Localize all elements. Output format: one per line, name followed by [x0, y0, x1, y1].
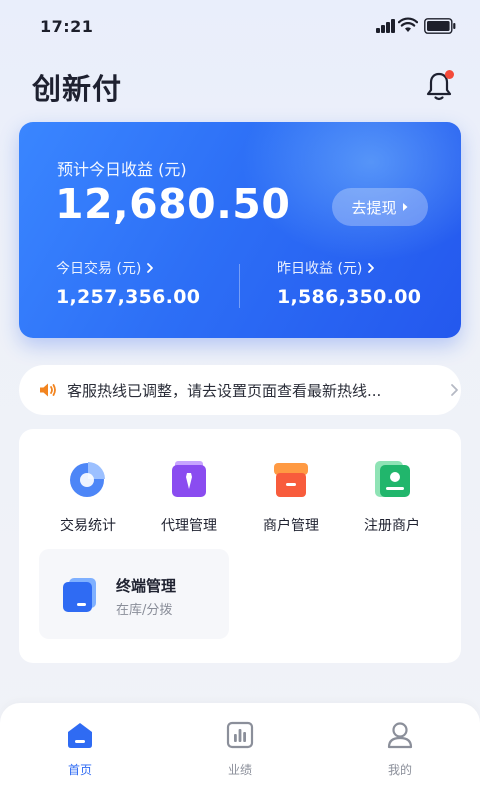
- func-register-merchant[interactable]: 注册商户: [352, 459, 432, 535]
- func-agent-management[interactable]: 代理管理: [149, 459, 229, 535]
- func-label: 代理管理: [161, 518, 217, 534]
- nav-label: 业绩: [227, 763, 252, 777]
- caret-right-icon: [402, 203, 407, 211]
- bar-chart-icon: [226, 721, 254, 749]
- pie-chart-icon: [70, 462, 105, 497]
- home-icon: [68, 723, 92, 748]
- user-icon: [387, 722, 413, 749]
- nav-profile[interactable]: 我的: [360, 721, 440, 778]
- bottom-nav: 首页 业绩 我的: [0, 703, 480, 800]
- stat-value: 1,257,356.00: [56, 286, 201, 308]
- func-label: 注册商户: [364, 518, 420, 534]
- nav-performance[interactable]: 业绩: [200, 721, 280, 778]
- chevron-right-icon: [451, 384, 458, 396]
- function-panel: 交易统计 代理管理 商户管理 注册商户 终端管理 在库/分拨: [19, 429, 461, 663]
- terminal-management-card[interactable]: 终端管理 在库/分拨: [39, 549, 229, 639]
- wifi-icon: [398, 17, 418, 32]
- chevron-right-icon: [368, 263, 375, 273]
- stat-value: 1,586,350.00: [277, 286, 422, 308]
- func-label: 交易统计: [60, 518, 116, 534]
- terminal-title: 终端管理: [116, 577, 177, 595]
- nav-label: 我的: [387, 763, 412, 777]
- cellular-signal-icon: [376, 19, 396, 33]
- terminal-subtitle: 在库/分拨: [116, 603, 173, 618]
- speaker-icon: [40, 383, 56, 397]
- func-label: 商户管理: [263, 518, 319, 534]
- card-divider: [239, 264, 240, 308]
- chevron-right-icon: [147, 263, 154, 273]
- notice-bar[interactable]: 客服热线已调整，请去设置页面查看最新热线...: [19, 365, 461, 415]
- notification-badge: [445, 70, 454, 79]
- earnings-label: 预计今日收益 (元): [57, 160, 187, 179]
- status-time: 17:21: [40, 17, 94, 36]
- notice-text: 客服热线已调整，请去设置页面查看最新热线...: [67, 382, 382, 400]
- today-transaction-stat[interactable]: 今日交易 (元) 1,257,356.00: [56, 258, 200, 308]
- stat-label: 昨日收益 (元): [277, 261, 363, 277]
- store-icon: [274, 463, 308, 497]
- nav-home[interactable]: 首页: [40, 721, 120, 778]
- nav-label: 首页: [67, 763, 92, 777]
- id-badge-icon: [172, 461, 206, 497]
- register-icon: [375, 461, 410, 497]
- terminal-icon: [63, 578, 96, 612]
- withdraw-label: 去提现: [351, 198, 397, 217]
- app-title: 创新付: [32, 72, 123, 106]
- withdraw-button[interactable]: 去提现: [332, 188, 428, 226]
- stat-label: 今日交易 (元): [56, 261, 142, 277]
- earnings-card: 预计今日收益 (元) 12,680.50 去提现 今日交易 (元) 1,257,…: [19, 122, 461, 338]
- func-transaction-stats[interactable]: 交易统计: [48, 459, 128, 535]
- func-merchant-management[interactable]: 商户管理: [251, 459, 331, 535]
- status-bar: 17:21: [0, 0, 480, 52]
- battery-icon: [424, 18, 456, 34]
- earnings-amount: 12,680.50: [55, 180, 291, 228]
- yesterday-earnings-stat[interactable]: 昨日收益 (元) 1,586,350.00: [277, 258, 421, 308]
